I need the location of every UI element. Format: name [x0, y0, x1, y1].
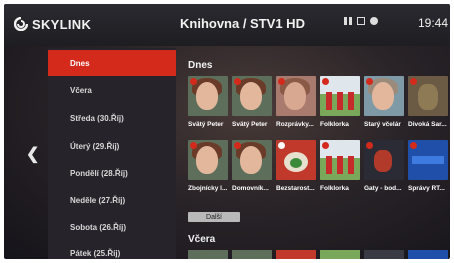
back-arrow-icon[interactable]: ❮ — [26, 144, 39, 164]
program-tile[interactable] — [188, 250, 228, 259]
program-tile[interactable] — [364, 76, 404, 116]
program-title: Zbojnícky l... — [188, 185, 228, 192]
sidebar-item-label: Neděle (27.Říj) — [70, 195, 126, 205]
sidebar-item-dnes[interactable]: Dnes — [48, 50, 176, 76]
sidebar-item-pondeli[interactable]: Pondělí (28.Říj) — [48, 160, 176, 186]
date-sidebar: Dnes Včera Středa (30.Říj) Úterý (29.Říj… — [48, 48, 176, 259]
program-title: Gaty - bod... — [364, 185, 402, 192]
sidebar-item-label: Pondělí (28.Říj) — [70, 168, 128, 178]
program-tile[interactable] — [188, 140, 228, 180]
record-icon — [370, 17, 378, 25]
program-tile[interactable] — [276, 140, 316, 180]
top-bar: SKYLINK Knihovna / STV1 HD 19:44 — [4, 4, 450, 46]
brand-name: SKYLINK — [32, 16, 92, 32]
sidebar-item-patek[interactable]: Pátek (25.Říj) — [48, 240, 176, 259]
sidebar-item-label: Pátek (25.Říj) — [70, 248, 121, 258]
program-title: Bezstarost... — [276, 185, 315, 192]
more-button[interactable]: Další — [188, 212, 240, 222]
program-tile[interactable] — [232, 76, 272, 116]
program-tile[interactable] — [320, 140, 360, 180]
program-title: Správy RT... — [408, 185, 445, 192]
program-tile[interactable] — [320, 76, 360, 116]
sidebar-item-streda[interactable]: Středa (30.Říj) — [48, 105, 176, 131]
program-tile[interactable] — [276, 76, 316, 116]
pause-icon — [344, 17, 352, 25]
program-title: Domovník... — [232, 185, 269, 192]
section-title-yesterday: Včera — [188, 234, 216, 245]
program-tile[interactable] — [232, 140, 272, 180]
sidebar-item-label: Středa (30.Říj) — [70, 113, 124, 123]
status-icons — [344, 17, 378, 25]
program-title: Rozprávky... — [276, 121, 314, 128]
sidebar-item-label: Úterý (29.Říj) — [70, 141, 120, 151]
program-tile[interactable] — [364, 140, 404, 180]
sidebar-item-vcera[interactable]: Včera — [48, 77, 176, 103]
program-tile[interactable] — [320, 250, 360, 259]
sidebar-item-label: Dnes — [70, 58, 90, 68]
program-title: Folklorka — [320, 121, 349, 128]
program-tile[interactable] — [276, 250, 316, 259]
section-title-today: Dnes — [188, 60, 213, 71]
program-title: Folklorka — [320, 185, 349, 192]
skylink-logo-icon — [14, 17, 28, 31]
sidebar-item-utery[interactable]: Úterý (29.Říj) — [48, 133, 176, 159]
program-title: Divoká Sar... — [408, 121, 447, 128]
stop-icon — [357, 17, 365, 25]
sidebar-item-sobota[interactable]: Sobota (26.Říj) — [48, 214, 176, 240]
program-tile[interactable] — [232, 250, 272, 259]
page-title: Knihovna / STV1 HD — [180, 16, 305, 31]
program-tile[interactable] — [408, 140, 448, 180]
program-tile[interactable] — [408, 76, 448, 116]
tv-screen: SKYLINK Knihovna / STV1 HD 19:44 ❮ Dnes … — [4, 4, 450, 259]
sidebar-item-nedele[interactable]: Neděle (27.Říj) — [48, 187, 176, 213]
skylink-logo: SKYLINK — [14, 16, 91, 32]
sidebar-item-label: Včera — [70, 85, 92, 95]
program-title: Svätý Peter — [188, 121, 224, 128]
program-title: Starý včelár — [364, 121, 401, 128]
program-tile[interactable] — [364, 250, 404, 259]
clock: 19:44 — [418, 16, 449, 30]
program-tile[interactable] — [408, 250, 448, 259]
program-title: Svätý Peter — [232, 121, 268, 128]
sidebar-item-label: Sobota (26.Říj) — [70, 222, 127, 232]
program-tile[interactable] — [188, 76, 228, 116]
